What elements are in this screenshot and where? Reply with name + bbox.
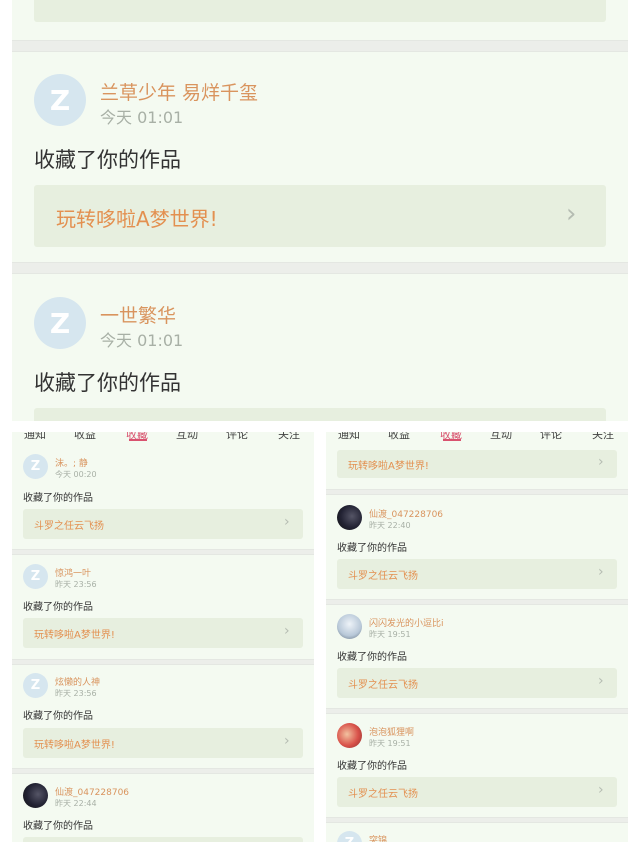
favorites-list-right: 通知 收益 收藏 互动 评论 关注 玩转哆啦A梦世界! › 仙渡_0472287… [326, 432, 628, 842]
chevron-right-icon: › [598, 454, 604, 470]
timestamp: 今天 00:20 [55, 470, 97, 479]
action-text: 收藏了你的作品 [34, 371, 181, 395]
active-tab-indicator [443, 439, 461, 441]
action-text: 收藏了你的作品 [23, 602, 93, 613]
divider [12, 549, 314, 555]
work-title: 斗罗之任云飞扬 [34, 521, 104, 532]
work-card[interactable]: 玩转哆啦A梦世界! › [337, 450, 617, 478]
work-card-partial[interactable] [34, 0, 606, 22]
qzone-default-avatar-icon: Z [30, 459, 41, 474]
avatar[interactable] [23, 783, 48, 808]
qzone-default-avatar-icon: Z [49, 83, 71, 117]
action-text: 收藏了你的作品 [23, 711, 93, 722]
work-card[interactable]: 斗罗之任云飞扬 › [337, 559, 617, 589]
tab-earnings[interactable]: 收益 [74, 432, 96, 442]
chevron-right-icon: › [566, 199, 577, 229]
timestamp: 昨天 22:40 [369, 521, 411, 530]
qzone-default-avatar-icon: Z [345, 836, 354, 842]
qzone-default-avatar-icon: Z [49, 306, 71, 340]
user-name[interactable]: 泡泡狐狸啊 [369, 725, 414, 738]
work-card[interactable]: 斗罗之任云飞扬 › [23, 509, 303, 539]
user-name[interactable]: 沫。; 静 [55, 456, 88, 469]
tab-interactions[interactable]: 互动 [490, 432, 512, 442]
user-name[interactable]: 一世繁华 [100, 301, 176, 328]
user-name[interactable]: 炫懒的人神 [55, 675, 100, 688]
timestamp: 昨天 19:51 [369, 630, 411, 639]
user-name[interactable]: 仙渡_047228706 [55, 785, 129, 798]
work-title: 玩转哆啦A梦世界! [34, 630, 115, 641]
tab-notifications[interactable]: 通知 [24, 432, 46, 442]
tab-comments[interactable]: 评论 [226, 432, 248, 442]
divider [326, 708, 628, 714]
work-title: 斗罗之任云飞扬 [348, 789, 418, 800]
tab-comments[interactable]: 评论 [540, 432, 562, 442]
active-tab-indicator [129, 439, 147, 441]
work-title: 玩转哆啦A梦世界! [348, 461, 429, 472]
tab-following[interactable]: 关注 [278, 432, 300, 442]
timestamp: 昨天 22:44 [55, 799, 97, 808]
work-card-partial[interactable] [23, 837, 303, 842]
divider [12, 768, 314, 774]
timestamp: 昨天 23:56 [55, 580, 97, 589]
divider [12, 262, 628, 274]
user-name[interactable]: 突锦 [369, 833, 387, 842]
avatar[interactable] [337, 505, 362, 530]
qzone-default-avatar-icon: Z [30, 678, 41, 693]
timestamp: 昨天 23:56 [55, 689, 97, 698]
divider [326, 817, 628, 823]
work-card[interactable]: 玩转哆啦A梦世界! › [23, 618, 303, 648]
action-text: 收藏了你的作品 [337, 761, 407, 772]
chevron-right-icon: › [598, 564, 604, 580]
work-card[interactable]: 玩转哆啦A梦世界! › [23, 728, 303, 758]
chevron-right-icon: › [284, 623, 290, 639]
avatar[interactable]: Z [23, 673, 48, 698]
user-name[interactable]: 仙渡_047228706 [369, 507, 443, 520]
qzone-default-avatar-icon: Z [30, 569, 41, 584]
user-name[interactable]: 兰草少年 易烊千玺 [100, 78, 258, 105]
action-text: 收藏了你的作品 [337, 543, 407, 554]
action-text: 收藏了你的作品 [23, 493, 93, 504]
action-text: 收藏了你的作品 [337, 652, 407, 663]
favorites-list-left: 通知 收益 收藏 互动 评论 关注 Z 沫。; 静 今天 00:20 收藏了你的… [12, 432, 314, 842]
avatar[interactable]: Z [337, 831, 362, 842]
tab-interactions[interactable]: 互动 [176, 432, 198, 442]
user-name[interactable]: 惊鸿一叶 [55, 566, 91, 579]
divider [326, 489, 628, 495]
divider [326, 599, 628, 605]
avatar[interactable] [337, 723, 362, 748]
tab-following[interactable]: 关注 [592, 432, 614, 442]
work-title: 玩转哆啦A梦世界! [56, 207, 218, 231]
chevron-right-icon: › [284, 514, 290, 530]
tab-notifications[interactable]: 通知 [338, 432, 360, 442]
timestamp: 今天 01:01 [100, 108, 184, 127]
tab-bar: 通知 收益 收藏 互动 评论 关注 [326, 432, 628, 442]
avatar[interactable]: Z [34, 297, 86, 349]
timestamp: 昨天 19:51 [369, 739, 411, 748]
avatar[interactable]: Z [23, 564, 48, 589]
divider [12, 659, 314, 665]
avatar[interactable]: Z [23, 454, 48, 479]
work-card[interactable]: 斗罗之任云飞扬 › [337, 668, 617, 698]
work-title: 斗罗之任云飞扬 [348, 680, 418, 691]
work-card[interactable]: 斗罗之任云飞扬 › [337, 777, 617, 807]
user-name[interactable]: 闪闪发光的小逗比i [369, 616, 444, 629]
work-card-partial[interactable] [34, 408, 606, 421]
work-title: 玩转哆啦A梦世界! [34, 740, 115, 751]
action-text: 收藏了你的作品 [34, 148, 181, 172]
work-title: 斗罗之任云飞扬 [348, 571, 418, 582]
chevron-right-icon: › [598, 782, 604, 798]
zoomed-favorites-panel: Z 兰草少年 易烊千玺 今天 01:01 收藏了你的作品 玩转哆啦A梦世界! ›… [12, 0, 628, 421]
avatar[interactable]: Z [34, 74, 86, 126]
action-text: 收藏了你的作品 [23, 821, 93, 832]
tab-bar: 通知 收益 收藏 互动 评论 关注 [12, 432, 314, 442]
work-card[interactable]: 玩转哆啦A梦世界! › [34, 185, 606, 247]
avatar[interactable] [337, 614, 362, 639]
chevron-right-icon: › [284, 733, 290, 749]
chevron-right-icon: › [598, 673, 604, 689]
tab-earnings[interactable]: 收益 [388, 432, 410, 442]
divider [12, 40, 628, 52]
timestamp: 今天 01:01 [100, 331, 184, 350]
